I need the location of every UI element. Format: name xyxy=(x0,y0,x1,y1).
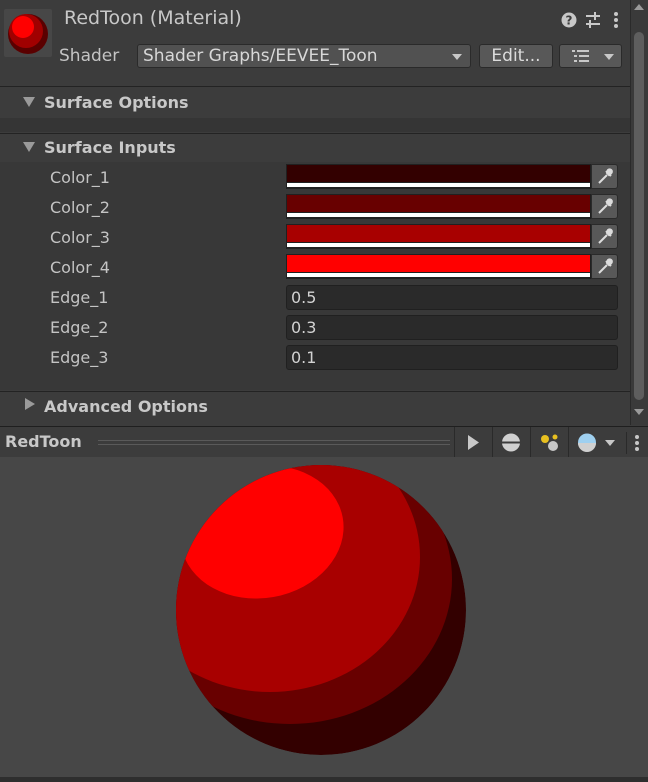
section-title: Advanced Options xyxy=(44,397,208,416)
section-surface-options[interactable]: Surface Options xyxy=(0,89,630,117)
chevron-down-icon xyxy=(604,54,614,60)
scroll-up-icon[interactable] xyxy=(634,4,644,10)
shader-options-dropdown[interactable] xyxy=(559,44,622,68)
foldout-expanded-icon xyxy=(23,142,35,152)
color-field-color-2[interactable] xyxy=(286,194,591,219)
float-field-edge-1[interactable]: 0.5 xyxy=(286,285,618,310)
foldout-collapsed-icon xyxy=(25,398,35,410)
section-surface-inputs[interactable]: Surface Inputs xyxy=(0,134,630,162)
property-label-edge-1: Edge_1 xyxy=(50,288,109,307)
edit-shader-button[interactable]: Edit... xyxy=(479,44,553,68)
material-thumbnail xyxy=(4,9,52,57)
color-field-color-3[interactable] xyxy=(286,224,591,249)
property-label-color-1: Color_1 xyxy=(50,168,110,187)
property-label-color-2: Color_2 xyxy=(50,198,110,217)
section-body xyxy=(0,118,630,132)
float-field-edge-2[interactable]: 0.3 xyxy=(286,315,618,340)
kebab-menu-icon[interactable] xyxy=(626,432,647,454)
material-title: RedToon (Material) xyxy=(64,7,242,29)
environment-sphere-icon[interactable] xyxy=(568,427,622,458)
float-value: 0.3 xyxy=(291,318,317,337)
property-label-color-3: Color_3 xyxy=(50,228,110,247)
preview-title: RedToon xyxy=(5,432,82,451)
eyedropper-icon[interactable] xyxy=(591,224,618,249)
sphere-mesh-icon[interactable] xyxy=(492,427,528,458)
shader-label: Shader xyxy=(59,46,120,66)
section-advanced-options[interactable]: Advanced Options xyxy=(0,392,630,420)
kebab-menu-icon[interactable] xyxy=(607,10,625,30)
eyedropper-icon[interactable] xyxy=(591,254,618,279)
preset-sliders-icon[interactable] xyxy=(584,10,602,30)
shader-dropdown[interactable]: Shader Graphs/EEVEE_Toon xyxy=(137,44,471,68)
property-label-edge-2: Edge_2 xyxy=(50,318,109,337)
property-label-edge-3: Edge_3 xyxy=(50,348,109,367)
material-header: RedToon (Material) ? Shader Shader Graph… xyxy=(0,0,630,82)
svg-text:?: ? xyxy=(566,14,573,28)
chevron-down-icon xyxy=(452,54,462,60)
section-title: Surface Inputs xyxy=(44,138,176,157)
color-field-color-1[interactable] xyxy=(286,164,591,189)
help-icon[interactable]: ? xyxy=(560,10,578,30)
divider xyxy=(0,86,630,87)
scrollbar-thumb[interactable] xyxy=(634,32,644,400)
color-field-color-4[interactable] xyxy=(286,254,591,279)
scroll-down-icon[interactable] xyxy=(634,409,644,415)
lighting-icon[interactable] xyxy=(530,427,566,458)
float-field-edge-3[interactable]: 0.1 xyxy=(286,345,618,370)
play-icon[interactable] xyxy=(454,427,490,458)
shader-dropdown-value: Shader Graphs/EEVEE_Toon xyxy=(143,46,378,66)
eyedropper-icon[interactable] xyxy=(591,164,618,189)
property-label-color-4: Color_4 xyxy=(50,258,110,277)
float-value: 0.1 xyxy=(291,348,317,367)
float-value: 0.5 xyxy=(291,288,317,307)
drag-handle[interactable] xyxy=(98,440,450,445)
bottom-edge xyxy=(0,777,648,782)
material-preview-viewport[interactable] xyxy=(0,457,648,777)
section-title: Surface Options xyxy=(44,93,189,112)
toon-sphere-preview xyxy=(176,465,466,755)
preview-toolbar: RedToon xyxy=(0,426,648,458)
eyedropper-icon[interactable] xyxy=(591,194,618,219)
foldout-expanded-icon xyxy=(23,97,35,107)
list-icon xyxy=(572,50,589,62)
chevron-down-icon xyxy=(605,440,615,446)
